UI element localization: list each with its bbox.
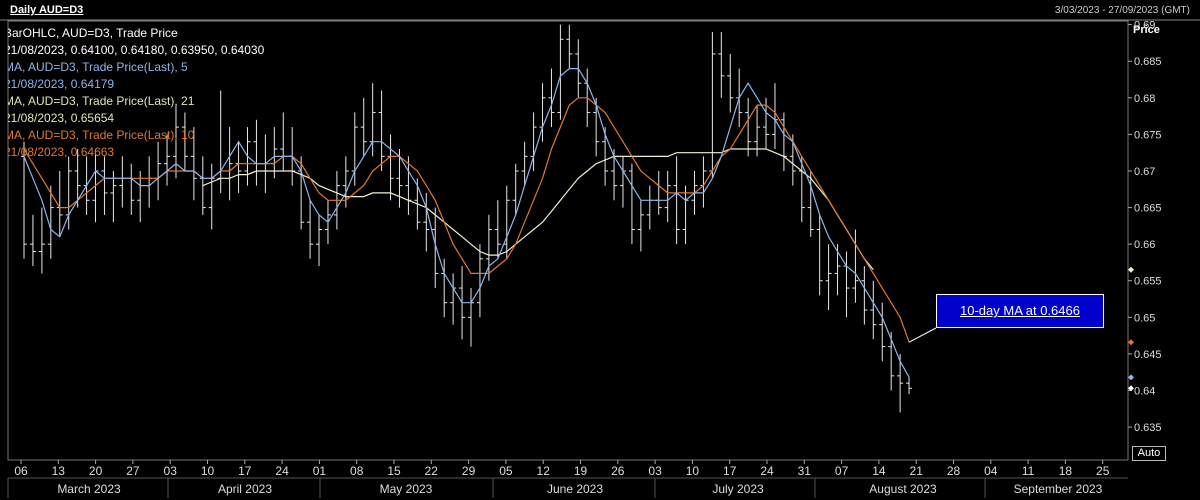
y-tick-label: 0.64 — [1134, 385, 1155, 397]
y-tick-label: 0.67 — [1134, 166, 1155, 178]
y-tick-label: 0.675 — [1134, 129, 1162, 141]
chart-legend: BarOHLC, AUD=D3, Trade Price 21/08/2023,… — [8, 25, 308, 165]
x-tick-label: 03 — [164, 464, 178, 478]
x-tick-label: 26 — [611, 464, 625, 478]
x-month-label: July 2023 — [712, 482, 764, 496]
x-month-label: September 2023 — [1014, 482, 1103, 496]
legend-ma10-title: MA, AUD=D3, Trade Price(Last), 10 — [8, 128, 195, 142]
x-tick-label: 17 — [723, 464, 737, 478]
auto-scale-button[interactable]: Auto — [1132, 446, 1166, 461]
x-month-label: June 2023 — [547, 482, 603, 496]
y-tick-label: 0.635 — [1134, 422, 1162, 434]
x-tick-label: 06 — [14, 464, 28, 478]
y-tick-label: 0.665 — [1134, 203, 1162, 215]
x-tick-label: 10 — [201, 464, 215, 478]
x-tick-label: 10 — [686, 464, 700, 478]
x-tick-label: 12 — [537, 464, 551, 478]
x-tick-label: 31 — [798, 464, 812, 478]
ma10-callout: 10-day MA at 0.6466 — [936, 294, 1104, 328]
y-tick-label: 0.68 — [1134, 93, 1155, 105]
y-tick-label: 0.65 — [1134, 312, 1155, 324]
x-tick-label: 07 — [835, 464, 849, 478]
x-tick-label: 11 — [1022, 464, 1035, 478]
legend-ma21-value: 21/08/2023, 0.65654 — [8, 111, 115, 125]
x-month-label: April 2023 — [218, 482, 272, 496]
ma21-last-marker — [1128, 266, 1134, 273]
x-tick-label: 19 — [574, 464, 588, 478]
legend-ohlc-title: BarOHLC, AUD=D3, Trade Price — [8, 26, 178, 40]
x-tick-label: 04 — [984, 464, 998, 478]
x-tick-label: 27 — [126, 464, 140, 478]
x-tick-label: 29 — [462, 464, 476, 478]
y-tick-label: 0.645 — [1134, 349, 1162, 361]
x-tick-label: 20 — [89, 464, 103, 478]
x-tick-label: 05 — [499, 464, 513, 478]
x-tick-label: 24 — [275, 464, 289, 478]
ma5-last-marker — [1128, 374, 1134, 381]
x-tick-label: 24 — [760, 464, 774, 478]
y-tick-label: 0.66 — [1134, 239, 1155, 251]
y-tick-label: 0.69 — [1134, 20, 1155, 32]
x-month-label: August 2023 — [869, 482, 937, 496]
x-tick-label: 13 — [52, 464, 66, 478]
x-tick-label: 25 — [1096, 464, 1110, 478]
x-tick-label: 22 — [425, 464, 439, 478]
x-tick-label: 01 — [313, 464, 327, 478]
x-tick-label: 08 — [350, 464, 364, 478]
y-tick-label: 0.655 — [1134, 276, 1162, 288]
ma10-last-marker — [1128, 339, 1134, 346]
legend-ma10-value: 21/08/2023, 0.64663 — [8, 145, 115, 159]
x-month-label: March 2023 — [57, 482, 121, 496]
legend-ohlc-values: 21/08/2023, 0.64100, 0.64180, 0.63950, 0… — [8, 43, 265, 57]
x-tick-label: 03 — [648, 464, 662, 478]
x-tick-label: 14 — [872, 464, 886, 478]
legend-ma5-title: MA, AUD=D3, Trade Price(Last), 5 — [8, 60, 188, 74]
x-tick-label: 17 — [238, 464, 252, 478]
legend-ma21-title: MA, AUD=D3, Trade Price(Last), 21 — [8, 94, 195, 108]
x-tick-label: 15 — [387, 464, 401, 478]
y-tick-label: 0.685 — [1134, 56, 1162, 68]
x-month-label: May 2023 — [380, 482, 433, 496]
x-tick-label: 28 — [947, 464, 961, 478]
x-tick-label: 21 — [910, 464, 924, 478]
legend-ma5-value: 21/08/2023, 0.64179 — [8, 77, 115, 91]
x-tick-label: 18 — [1059, 464, 1073, 478]
callout-connector — [908, 327, 937, 343]
